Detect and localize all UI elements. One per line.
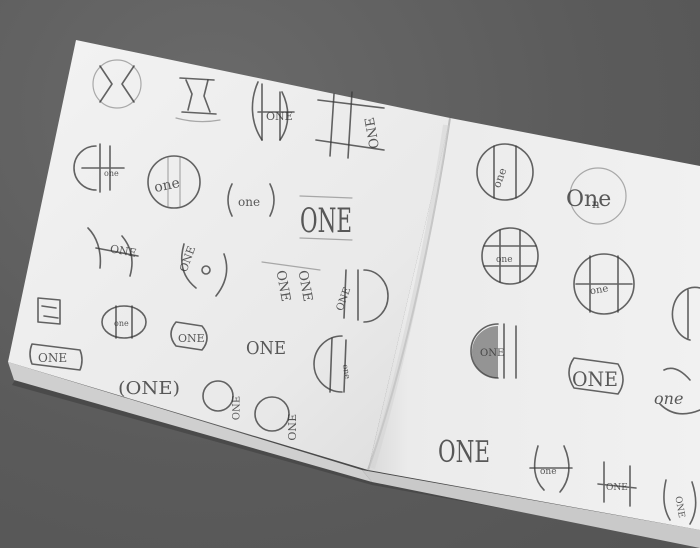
sketchbook-photo: ONE ƎNO one one one ONE ONE ONE ONE ONE … xyxy=(8,40,700,548)
svg-text:(ONE): (ONE) xyxy=(118,378,180,399)
sketch-one-parens-bold: (ONE) xyxy=(118,378,180,399)
sketch-one-tall: ONE xyxy=(299,195,353,241)
svg-text:one: one xyxy=(654,389,683,408)
svg-text:one: one xyxy=(104,169,119,178)
svg-text:ONE: ONE xyxy=(38,351,67,365)
svg-text:one: one xyxy=(496,255,513,265)
svg-text:one: one xyxy=(238,195,260,209)
photo-scene: ONE ƎNO one one one ONE ONE ONE ONE ONE … xyxy=(0,0,700,548)
sketch-one-thin: ONE xyxy=(438,435,490,470)
svg-text:One: One xyxy=(566,187,611,212)
svg-text:ƎNO: ƎNO xyxy=(229,396,240,420)
svg-text:ƎNO: ƎNO xyxy=(285,414,298,441)
svg-text:one: one xyxy=(114,319,129,328)
sketch-one-serif: ONE xyxy=(246,338,286,359)
svg-text:ONE: ONE xyxy=(246,338,286,359)
svg-text:ONE: ONE xyxy=(572,367,618,391)
svg-text:ONE: ONE xyxy=(438,435,490,470)
svg-text:n: n xyxy=(592,197,600,211)
svg-text:ONE: ONE xyxy=(300,201,352,241)
sketch-label-one-1: ONE xyxy=(266,110,293,123)
svg-text:ONE: ONE xyxy=(606,483,628,493)
svg-text:ONE: ONE xyxy=(480,348,504,359)
svg-text:one: one xyxy=(540,467,557,477)
svg-text:ONE: ONE xyxy=(178,332,205,345)
